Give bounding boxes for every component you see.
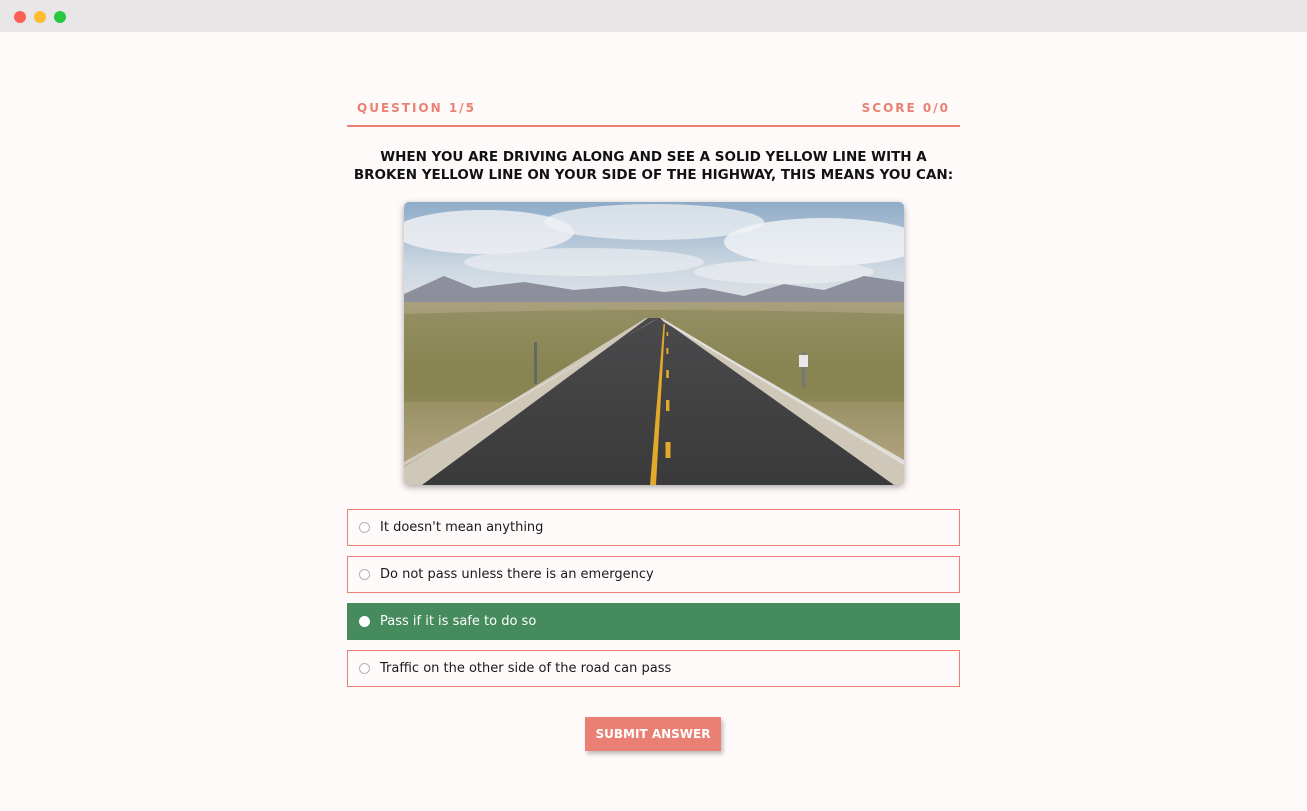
answer-option-2[interactable]: Do not pass unless there is an emergency [347,556,960,593]
answer-option-3[interactable]: Pass if it is safe to do so [347,603,960,640]
maximize-window-button[interactable] [54,11,66,23]
score-counter: SCORE 0/0 [861,101,950,115]
answer-option-4[interactable]: Traffic on the other side of the road ca… [347,650,960,687]
window-titlebar [0,0,1307,32]
answer-label: Traffic on the other side of the road ca… [380,661,672,676]
radio-button[interactable] [359,569,370,580]
answer-label: It doesn't mean anything [380,520,544,535]
question-text: WHEN YOU ARE DRIVING ALONG AND SEE A SOL… [353,149,954,183]
question-counter: QUESTION 1/5 [357,101,476,115]
answer-label: Pass if it is safe to do so [380,614,537,629]
submit-answer-button[interactable]: SUBMIT ANSWER [585,717,721,751]
answer-label: Do not pass unless there is an emergency [380,567,654,582]
close-window-button[interactable] [14,11,26,23]
question-image [404,202,904,485]
radio-button-selected[interactable] [359,616,370,627]
radio-button[interactable] [359,663,370,674]
radio-button[interactable] [359,522,370,533]
minimize-window-button[interactable] [34,11,46,23]
quiz-header: QUESTION 1/5 SCORE 0/0 [347,100,960,127]
answer-option-1[interactable]: It doesn't mean anything [347,509,960,546]
